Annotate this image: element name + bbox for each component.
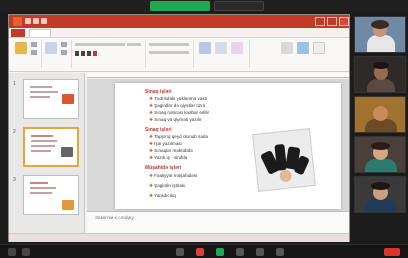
- zoom-control-bar: [0, 244, 408, 258]
- powerpoint-icon: [13, 17, 22, 26]
- slides-thumbnail-pane: 1 2 3: [9, 73, 85, 233]
- status-bar: [9, 233, 349, 242]
- zoom-meeting-window: 1 2 3 Sinaq işləri ❖ Tədrisdəki yüklənmə…: [0, 0, 408, 258]
- cut-icon[interactable]: [31, 42, 37, 47]
- share-screen-icon[interactable]: [216, 248, 224, 256]
- bullet-item: Fəaliyyət müşahidəsi: [149, 173, 197, 179]
- tab-design[interactable]: [79, 29, 99, 37]
- slide-number: 3: [13, 177, 16, 183]
- arrange-icon[interactable]: [215, 42, 227, 54]
- save-icon[interactable]: [25, 18, 31, 24]
- undo-icon[interactable]: [33, 18, 39, 24]
- alignment-group[interactable]: [149, 51, 189, 54]
- microphone-icon[interactable]: [8, 248, 16, 256]
- tab-review[interactable]: [185, 29, 209, 37]
- section-title: Sınaq işləri: [145, 127, 172, 133]
- section-title: Sinaq işləri: [145, 89, 172, 95]
- bullet-item: Tədrisdəki yüklənmə vaxtı: [149, 96, 207, 102]
- tab-insert[interactable]: [55, 29, 75, 37]
- tab-file[interactable]: [11, 29, 25, 37]
- notes-placeholder: Заметки к слайду: [95, 216, 134, 221]
- close-button[interactable]: [339, 17, 349, 26]
- zoom-top-bar: [0, 0, 408, 12]
- font-size-select[interactable]: [127, 43, 141, 46]
- slide-thumbnail-3[interactable]: [23, 175, 79, 215]
- camera-icon[interactable]: [22, 248, 30, 256]
- section-title: Müşahidə işləri: [145, 165, 182, 171]
- bold-icon[interactable]: [75, 51, 79, 56]
- powerpoint-window: 1 2 3 Sinaq işləri ❖ Tədrisdəki yüklənmə…: [8, 14, 350, 242]
- speaker-notes-pane[interactable]: Заметки к слайду: [87, 211, 349, 233]
- bullet-item: Şagirdin iştirakı: [149, 183, 185, 189]
- tab-view[interactable]: [213, 29, 229, 37]
- bullet-item: Yaradıcılıq: [149, 193, 176, 199]
- bullet-item: Şagirdlər də qiyətlər üzrə: [149, 103, 205, 109]
- participant-gallery: [352, 14, 408, 228]
- slide-thumbnail-2[interactable]: [23, 127, 79, 167]
- reset-icon[interactable]: [61, 50, 67, 55]
- participant-video[interactable]: [354, 56, 406, 93]
- paste-icon[interactable]: [15, 42, 27, 54]
- participants-icon[interactable]: [176, 248, 184, 256]
- ribbon-toolbar: [9, 38, 349, 72]
- bullet-item: Sınaq nəticəsi kəsbar edilir: [149, 110, 209, 116]
- font-color-icon[interactable]: [93, 51, 97, 56]
- participant-video[interactable]: [354, 136, 406, 173]
- slide-number: 1: [13, 81, 16, 87]
- bullets-group[interactable]: [149, 43, 189, 46]
- tab-slide-show[interactable]: [155, 29, 181, 37]
- participant-video[interactable]: [354, 96, 406, 133]
- bullet-item: Sınaq və qiyməti yazılır: [149, 117, 202, 123]
- screen-share-indicator[interactable]: [150, 1, 210, 11]
- title-bar: [9, 15, 349, 28]
- slide-number: 2: [13, 129, 16, 135]
- chat-icon[interactable]: [236, 248, 244, 256]
- new-slide-icon[interactable]: [45, 42, 57, 54]
- redo-icon[interactable]: [41, 18, 47, 24]
- find-icon[interactable]: [281, 42, 293, 54]
- end-meeting-button[interactable]: [384, 248, 400, 256]
- italic-icon[interactable]: [81, 51, 85, 56]
- select-icon[interactable]: [313, 42, 325, 54]
- bullet-item: Tapşırıq qeyd olunub sadə: [149, 134, 208, 140]
- slide-thumbnail-1[interactable]: [23, 79, 79, 119]
- tab-home[interactable]: [29, 29, 51, 37]
- font-name-select[interactable]: [75, 43, 125, 46]
- tab-animations[interactable]: [129, 29, 151, 37]
- reactions-icon[interactable]: [276, 248, 284, 256]
- view-options-button[interactable]: [214, 1, 264, 11]
- slide-editing-area[interactable]: Sinaq işləri Tədrisdəki yüklənmə vaxtı Ş…: [87, 79, 349, 233]
- record-icon[interactable]: [256, 248, 264, 256]
- horizontal-ruler: [87, 73, 349, 78]
- bullet-item: Sınaqlar məktəbdə: [149, 148, 193, 154]
- ribbon-tabs: [9, 28, 349, 38]
- copy-icon[interactable]: [31, 50, 37, 55]
- bullet-item: İşin yazılması: [149, 141, 182, 147]
- current-slide[interactable]: Sinaq işləri Tədrisdəki yüklənmə vaxtı Ş…: [115, 83, 341, 209]
- quick-styles-icon[interactable]: [231, 42, 243, 54]
- shapes-icon[interactable]: [199, 42, 211, 54]
- hands-photo[interactable]: [252, 128, 316, 192]
- participant-video[interactable]: [354, 176, 406, 213]
- bullet-item: Yazılı iş - sinifdə: [149, 155, 187, 161]
- layout-icon[interactable]: [61, 42, 67, 47]
- maximize-button[interactable]: [327, 17, 337, 26]
- participant-video[interactable]: [354, 16, 406, 53]
- underline-icon[interactable]: [87, 51, 91, 56]
- replace-icon[interactable]: [297, 42, 309, 54]
- tab-transitions[interactable]: [103, 29, 125, 37]
- security-icon[interactable]: [196, 248, 204, 256]
- minimize-button[interactable]: [315, 17, 325, 26]
